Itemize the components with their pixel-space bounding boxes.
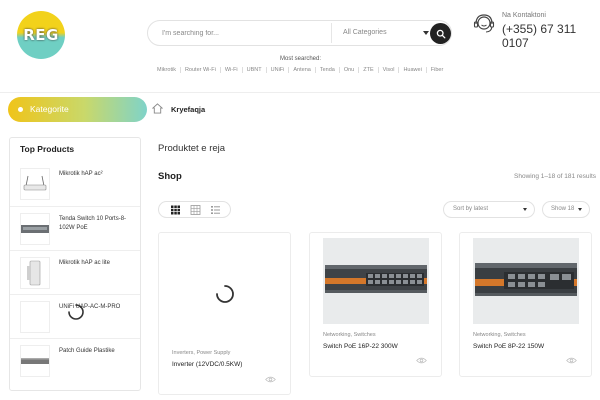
- product-card[interactable]: Inverters, Power Supply Inverter (12VDC/…: [158, 232, 291, 395]
- list-view-icon[interactable]: [210, 205, 221, 215]
- product-image: [323, 238, 429, 324]
- categories-button[interactable]: Kategorite: [8, 97, 147, 122]
- search-button[interactable]: [430, 23, 451, 44]
- contact-label: Na Kontaktoni: [502, 12, 546, 19]
- router-thumb-icon: [23, 175, 47, 191]
- product-thumb: [20, 301, 50, 333]
- product-category[interactable]: Networking, Switches: [473, 332, 526, 338]
- switch-thumb-icon: [21, 225, 49, 233]
- reg-logo[interactable]: REG: [17, 11, 65, 59]
- search-input[interactable]: [162, 21, 322, 45]
- top-product-name: Tenda Switch 10 Ports-8-102W PoE: [59, 216, 127, 231]
- top-product-name: Mikrotik hAP ac lite: [59, 260, 110, 266]
- product-name[interactable]: Switch PoE 16P-22 300W: [323, 343, 398, 350]
- search-tag[interactable]: Tenda: [316, 67, 340, 73]
- chevron-down-icon: [523, 208, 527, 211]
- top-products-panel: Top Products Mikrotik hAP ac² Tenda Swit…: [9, 137, 141, 391]
- category-select[interactable]: All Categories: [343, 21, 429, 45]
- categories-button-label: Kategorite: [30, 104, 69, 114]
- show-count-value: Show 18: [551, 206, 575, 212]
- quick-view-eye-icon[interactable]: [566, 357, 577, 364]
- patch-panel-thumb-icon: [21, 358, 49, 364]
- search-tag[interactable]: ZTE: [359, 67, 379, 73]
- search-tag[interactable]: Mikrotik: [153, 67, 181, 73]
- section-title: Produktet e reja: [158, 143, 226, 154]
- list-item[interactable]: Patch Guide Plastike: [10, 338, 140, 382]
- product-thumb: [20, 345, 50, 377]
- headset-support-icon: [473, 14, 495, 33]
- logo-text: REG: [23, 26, 59, 44]
- results-count: Showing 1–18 of 181 results: [514, 173, 597, 180]
- list-item[interactable]: UNiFi UAP-AC-M-PRO: [10, 294, 140, 338]
- grid-large-icon[interactable]: [170, 205, 181, 215]
- menu-dot-icon: [18, 107, 23, 112]
- home-icon[interactable]: [152, 103, 163, 114]
- list-item[interactable]: Mikrotik hAP ac lite: [10, 250, 140, 294]
- search-divider: [331, 23, 332, 43]
- search-tag[interactable]: Huawei: [399, 67, 427, 73]
- product-thumb: [20, 257, 50, 289]
- show-count-select[interactable]: Show 18: [542, 201, 590, 218]
- search-tag[interactable]: Wi-Fi: [221, 67, 243, 73]
- switch-16-port-image: [325, 265, 427, 293]
- router-vertical-thumb-icon: [27, 260, 41, 286]
- site-header: REG All Categories Most searched: Mikrot…: [0, 0, 600, 93]
- list-item[interactable]: Tenda Switch 10 Ports-8-102W PoE: [10, 206, 140, 250]
- product-image: [172, 238, 278, 324]
- search-tag[interactable]: UNiFi: [267, 67, 290, 73]
- chevron-down-icon: [578, 208, 582, 211]
- category-select-value: All Categories: [343, 29, 387, 36]
- product-category[interactable]: Inverters, Power Supply: [172, 350, 230, 356]
- product-image: [473, 238, 579, 324]
- product-name[interactable]: Inverter (12VDC/0.5KW): [172, 361, 242, 368]
- most-searched-title: Most searched:: [280, 56, 322, 62]
- search-icon: [436, 29, 445, 38]
- top-products-title: Top Products: [20, 144, 75, 154]
- chevron-down-icon: [423, 31, 429, 35]
- top-product-name: UNiFi UAP-AC-M-PRO: [59, 304, 121, 310]
- view-toggle: [158, 201, 231, 218]
- breadcrumb-home[interactable]: Kryefaqja: [171, 105, 205, 114]
- quick-view-eye-icon[interactable]: [416, 357, 427, 364]
- loading-spinner-icon: [216, 285, 234, 303]
- shop-title: Shop: [158, 171, 182, 182]
- product-thumb: [20, 168, 50, 200]
- grid-small-icon[interactable]: [190, 205, 201, 215]
- product-card[interactable]: Networking, Switches Switch PoE 16P-22 3…: [309, 232, 442, 377]
- product-name[interactable]: Switch PoE 8P-22 150W: [473, 343, 544, 350]
- product-thumb: [20, 213, 50, 245]
- search-tag[interactable]: UBNT: [243, 67, 267, 73]
- top-product-name: Mikrotik hAP ac²: [59, 171, 103, 177]
- search-tag[interactable]: Router Wi-Fi: [181, 67, 221, 73]
- search-tag[interactable]: Fiber: [427, 67, 448, 73]
- search-tag[interactable]: Visol: [379, 67, 400, 73]
- switch-8-port-image: [475, 263, 577, 296]
- contact-phone[interactable]: (+355) 67 311 0107: [502, 22, 600, 50]
- search-tag[interactable]: Onu: [340, 67, 360, 73]
- top-product-name: Patch Guide Plastike: [59, 348, 115, 354]
- most-searched-tags: Mikrotik Router Wi-Fi Wi-Fi UBNT UNiFi A…: [153, 67, 447, 73]
- product-category[interactable]: Networking, Switches: [323, 332, 376, 338]
- list-item[interactable]: Mikrotik hAP ac²: [10, 162, 140, 206]
- sort-select-value: Sort by latest: [453, 206, 489, 212]
- search-bar: All Categories: [147, 20, 452, 46]
- product-card[interactable]: Networking, Switches Switch PoE 8P-22 15…: [459, 232, 592, 377]
- search-tag[interactable]: Antena: [289, 67, 316, 73]
- quick-view-eye-icon[interactable]: [265, 376, 276, 383]
- sort-select[interactable]: Sort by latest: [443, 201, 535, 218]
